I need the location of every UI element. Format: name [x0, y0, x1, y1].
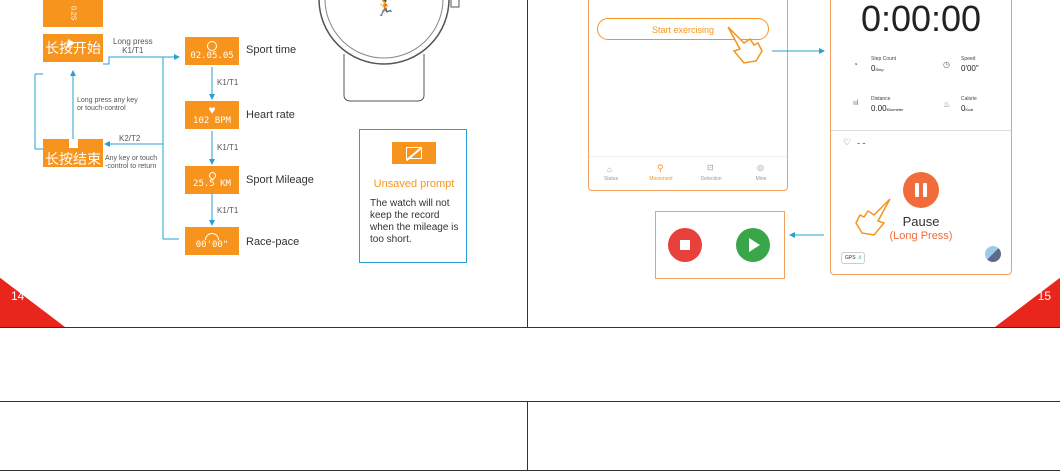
heart-rate-box: ♥ 102 BPM: [185, 101, 239, 129]
page-number-14: 14: [11, 289, 25, 303]
page-number-15: 15: [1037, 289, 1051, 303]
speed-value: 0'00": [961, 64, 979, 73]
race-pace-value: 00'00": [195, 239, 229, 250]
sport-mileage-label: Sport Mileage: [246, 174, 314, 186]
page-blank-right: [527, 401, 1060, 471]
gps-indicator: GPS .ıl: [841, 252, 865, 264]
stop-resume-panel: [655, 211, 785, 279]
stop-button[interactable]: [668, 228, 702, 262]
distance-label: Distance: [871, 96, 891, 102]
race-pace-label: Race-pace: [246, 236, 300, 248]
distance-value: 0.00Kilometer: [871, 104, 904, 113]
pause-icon: [915, 183, 919, 197]
resume-button[interactable]: [736, 228, 770, 262]
calorie-label: Calorie: [961, 96, 977, 102]
distance-icon: ııl: [853, 100, 859, 107]
clock-icon: [207, 41, 217, 51]
k1-label-b: K1/T1: [217, 143, 239, 152]
step-count-value: 0Step: [871, 64, 884, 73]
pause-button[interactable]: [903, 172, 939, 208]
heart-outline-icon: ♡: [843, 137, 852, 147]
watch-illustration: 🏃: [318, 0, 460, 102]
page-corner-14: [0, 277, 65, 327]
heart-value: - -: [857, 138, 866, 148]
page-blank-left: [0, 401, 528, 471]
any-key-return-label: Any key or touch -control to return: [105, 155, 158, 170]
speed-label: Speed: [961, 56, 976, 62]
k2-label: K2/T2: [119, 134, 141, 143]
unsaved-prompt-panel: Unsaved prompt The watch will not keep t…: [359, 129, 467, 263]
play-icon-resume: [749, 238, 760, 252]
sport-time-value: 02.05.05: [190, 51, 234, 61]
no-save-icon: [392, 142, 436, 164]
heart-icon: ♥: [208, 102, 216, 117]
calorie-value: 0Kcal: [961, 104, 974, 113]
hand-pointer-pause-icon: [855, 198, 891, 236]
divider: [831, 130, 1011, 131]
map-toggle-icon[interactable]: [985, 246, 1001, 262]
k1-label-c: K1/T1: [217, 206, 239, 215]
unsaved-text: The watch will not keep the record when …: [370, 198, 459, 245]
race-pace-box: 00'00": [185, 227, 239, 255]
heart-rate-label: Heart rate: [246, 109, 295, 121]
calorie-icon: ♨: [943, 100, 951, 109]
svg-text:🏃: 🏃: [375, 0, 395, 17]
gauge-icon: [205, 232, 219, 240]
heart-rate-value: 102 BPM: [193, 115, 231, 126]
sport-time-box: 02.05.05: [185, 37, 239, 65]
long-press-any-label: Long press any key or touch-control: [77, 97, 138, 112]
step-icon: ◔: [853, 60, 858, 69]
unsaved-title: Unsaved prompt: [373, 178, 455, 190]
timer-display: 0:00:00: [860, 0, 982, 39]
page-15: Start exercising ⌂ Status ⚲ Movement ⊡ D…: [527, 0, 1060, 328]
page-14: 长按开始 0.2S 长按结束 Long press K1/T1 Long pre…: [0, 0, 528, 328]
sport-mileage-box: 25.5 KM: [185, 166, 239, 194]
stop-icon-square: [680, 240, 690, 250]
k1-label-a: K1/T1: [217, 78, 239, 87]
long-press-label: Long press K1/T1: [113, 37, 153, 55]
speed-icon: ◷: [943, 60, 950, 69]
step-count-label: Step Count: [871, 56, 897, 62]
